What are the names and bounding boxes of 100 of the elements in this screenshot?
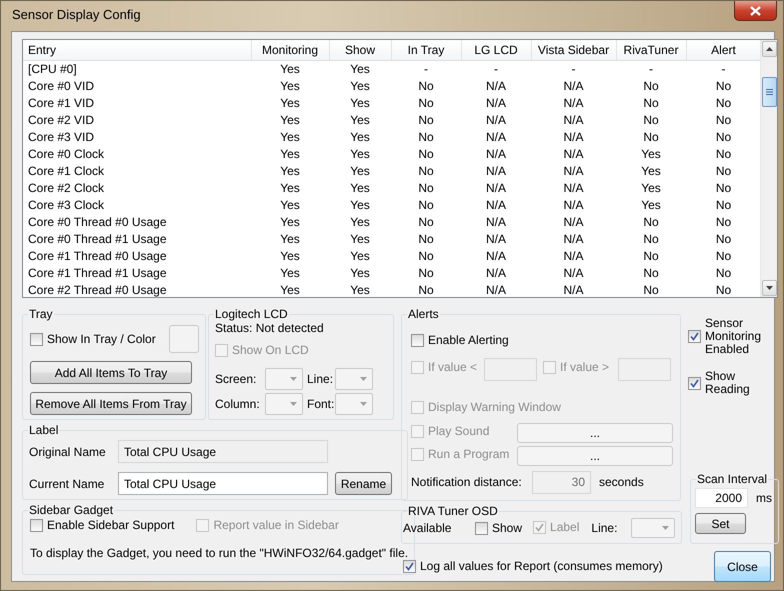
table-cell-text: Yes: [349, 196, 371, 213]
table-cell-text: Core #1 VID: [27, 94, 96, 111]
field-label: Line:: [307, 372, 334, 386]
group-title: Sidebar Gadget: [28, 503, 114, 517]
table-cell-text: No: [417, 78, 435, 94]
current-name-field[interactable]: Total CPU Usage: [118, 472, 328, 495]
unit-text: seconds: [599, 475, 644, 489]
table-cell-text: N/A: [484, 162, 507, 179]
column-header[interactable]: Show: [329, 40, 391, 60]
group-title: Alerts: [407, 307, 440, 321]
interval-field[interactable]: 2000: [695, 488, 748, 508]
column-header[interactable]: Entry: [23, 40, 251, 60]
table-cell-text: No: [642, 112, 660, 128]
field-label: Original Name: [29, 444, 107, 458]
close-button[interactable]: [734, 1, 777, 21]
original-name-field[interactable]: Total CPU Usage: [118, 440, 328, 463]
table-cell-text: Yes: [349, 214, 371, 230]
scroll-down-button[interactable]: [762, 280, 776, 296]
dropdown[interactable]: [335, 368, 373, 390]
dropdown[interactable]: [265, 393, 303, 415]
checkbox-label: Sensor Monitoring Enabled: [705, 317, 762, 356]
table-cell-text: No: [714, 214, 732, 230]
caret-icon: [662, 526, 670, 530]
table-cell-text: N/A: [562, 282, 584, 297]
group-title: Scan Interval: [696, 472, 768, 486]
table-cell-text: Core #1 Clock: [27, 162, 106, 179]
field-label: Column:: [215, 397, 261, 411]
table-cell-text: No: [714, 128, 732, 145]
checkbox[interactable]: [403, 560, 416, 573]
table-cell-text: N/A: [484, 78, 507, 94]
table-cell-text: Yes: [279, 282, 301, 297]
table-cell-text: Yes: [349, 248, 371, 264]
column-header[interactable]: Monitoring: [251, 40, 329, 60]
table-cell-text: No: [417, 214, 435, 230]
table-cell-text: No: [642, 78, 660, 94]
status-text: Status: Not detected: [215, 321, 325, 335]
table-cell-text: Yes: [279, 264, 301, 281]
table-cell: -: [461, 60, 531, 77]
table-cell-text: No: [417, 282, 435, 297]
table-cell-text: No: [417, 196, 435, 213]
checkbox[interactable]: [30, 332, 43, 346]
table-cell-text: No: [417, 128, 435, 145]
table-cell-text: Core #0 Thread #0 Usage: [27, 214, 168, 230]
table-cell-text: Yes: [279, 128, 301, 145]
checkbox-label: Report value in Sidebar: [213, 519, 339, 532]
close-dialog-button[interactable]: Close: [714, 551, 771, 582]
notification-field[interactable]: 30: [532, 470, 591, 494]
table-cell-text: Yes: [349, 94, 371, 111]
field-label: Font:: [307, 397, 335, 411]
checkbox[interactable]: [411, 334, 424, 346]
checkbox-label: Enable Alerting: [428, 334, 509, 346]
set-button[interactable]: Set: [695, 513, 746, 534]
dropdown[interactable]: [335, 393, 373, 415]
table-cell-text: No: [642, 214, 660, 230]
tray-button[interactable]: Add All Items To Tray: [30, 361, 192, 384]
column-header[interactable]: LG LCD: [461, 40, 531, 60]
table-cell: Yes: [251, 60, 329, 77]
group-title: RIVA Tuner OSD: [407, 504, 499, 518]
table-cell-text: Yes: [279, 248, 301, 264]
group-title: Label: [28, 423, 60, 437]
table-cell-text: No: [714, 146, 732, 162]
tray-button[interactable]: Remove All Items From Tray: [30, 392, 192, 415]
table-cell: -: [391, 60, 461, 77]
value-field[interactable]: [618, 358, 671, 380]
value-field[interactable]: [484, 358, 537, 380]
column-header[interactable]: In Tray: [391, 40, 461, 60]
color-swatch[interactable]: [169, 325, 199, 353]
column-header[interactable]: Alert: [686, 40, 760, 60]
column-header[interactable]: Vista Sidebar: [531, 40, 616, 60]
rename-button[interactable]: Rename: [335, 472, 392, 495]
checkbox-label: Enable Sidebar Support: [47, 519, 174, 532]
checkbox[interactable]: [475, 522, 488, 534]
table-cell-text: N/A: [484, 128, 507, 145]
column-header[interactable]: RivaTuner: [616, 40, 686, 60]
table-cell-text: N/A: [562, 180, 584, 196]
checkbox[interactable]: [688, 330, 701, 343]
scroll-up-button[interactable]: [762, 41, 776, 57]
dropdown[interactable]: [631, 518, 676, 538]
field-label: Line:: [591, 521, 618, 535]
up-arrow-icon: [766, 47, 772, 51]
checkbox-label: Log all values for Report (consumes memory): [420, 560, 663, 573]
dropdown[interactable]: [265, 368, 303, 390]
group-title: Tray: [28, 307, 54, 321]
table-cell-text: No: [417, 162, 435, 179]
table-cell: -: [531, 60, 616, 77]
checkbox[interactable]: [688, 376, 701, 390]
table-cell: [CPU #0]: [23, 60, 251, 77]
table-cell-text: N/A: [562, 146, 584, 162]
checkbox[interactable]: [30, 519, 43, 532]
scrollbar-thumb[interactable]: [762, 77, 776, 107]
table-cell-text: N/A: [484, 180, 507, 196]
table-cell-text: N/A: [484, 248, 507, 264]
table-cell-text: Yes: [349, 282, 371, 297]
checkbox-label: Label: [550, 521, 580, 534]
field-label: Notification distance:: [411, 475, 523, 489]
caret-icon: [360, 402, 367, 406]
table-cell-text: Core #1 Thread #0 Usage: [27, 248, 168, 264]
scrollbar[interactable]: [760, 40, 777, 297]
table-cell-text: Yes: [349, 112, 371, 128]
group-title: Logitech LCD: [214, 307, 289, 321]
